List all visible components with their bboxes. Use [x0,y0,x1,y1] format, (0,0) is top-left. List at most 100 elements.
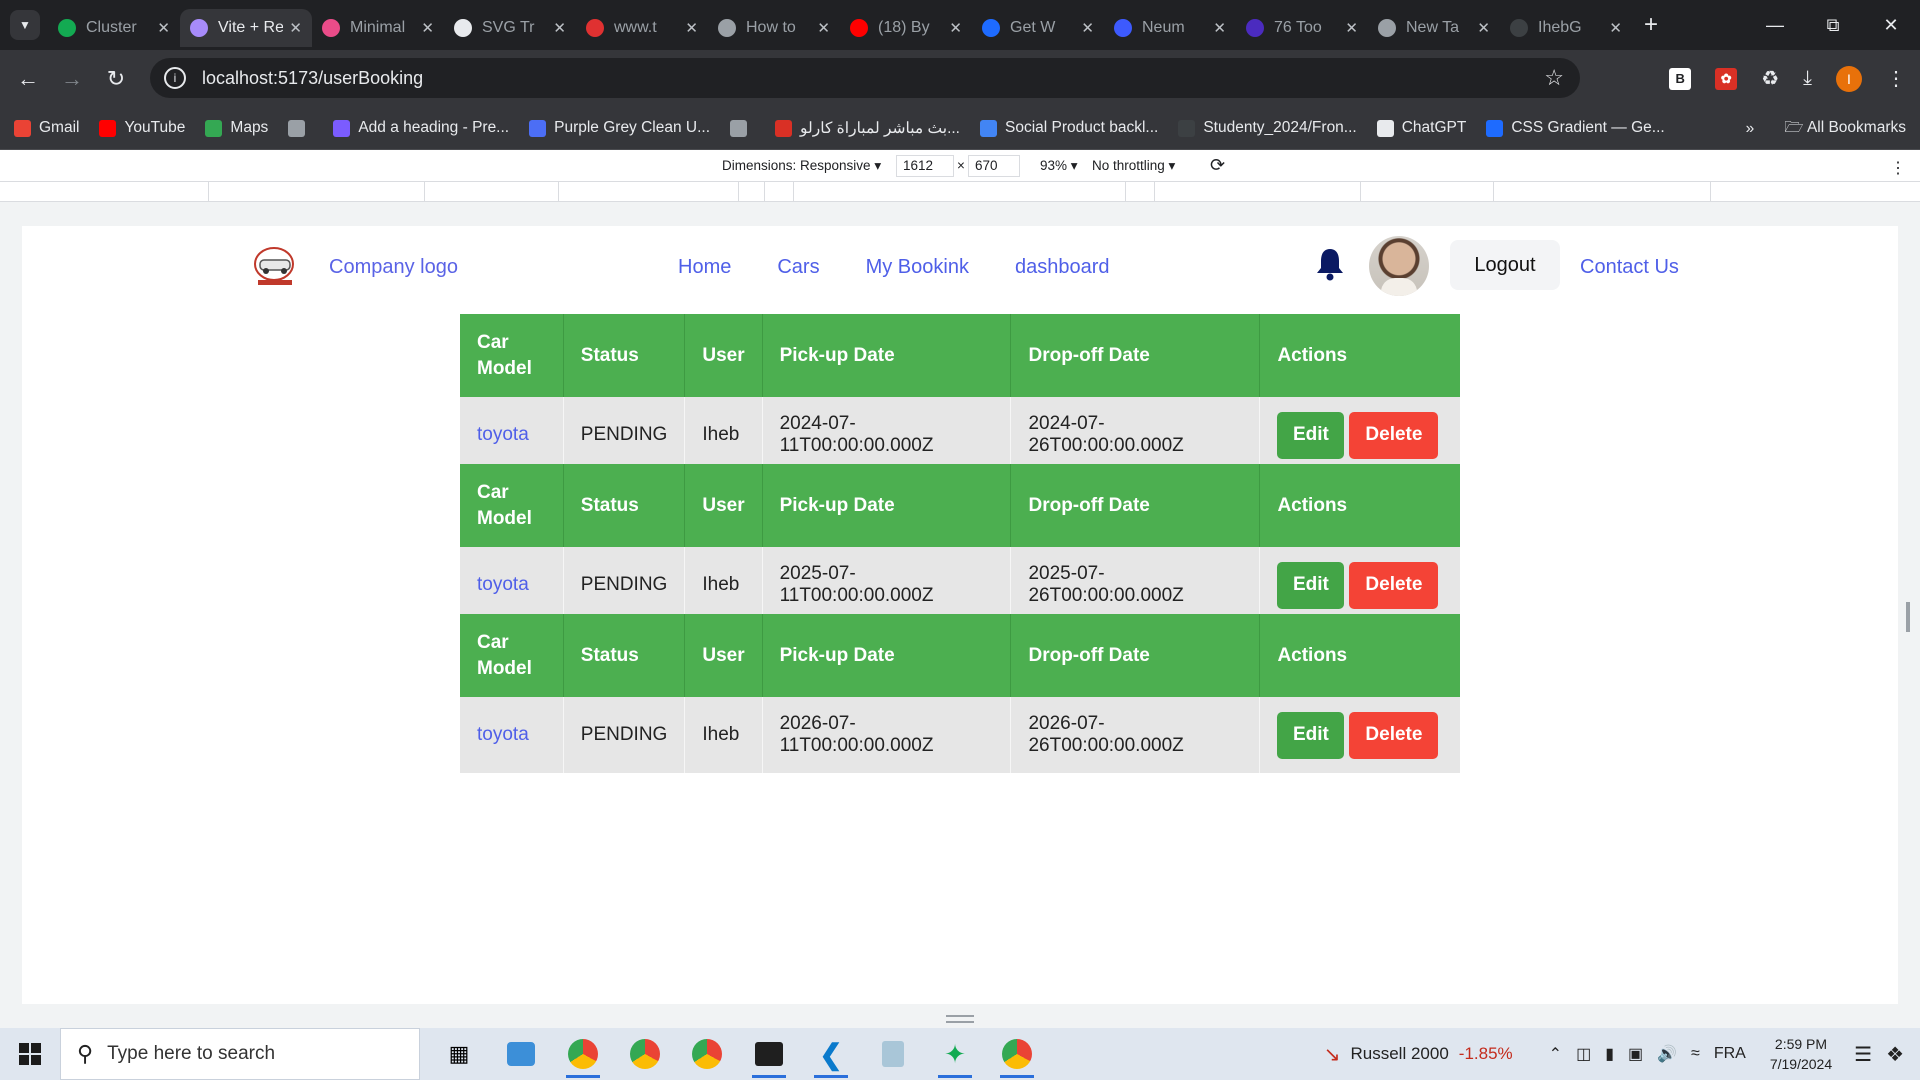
chrome-icon[interactable] [562,1028,604,1080]
rotate-icon[interactable]: ⟳ [1210,155,1225,176]
bookmark-item[interactable]: CSS Gradient — Ge... [1486,119,1665,137]
bottom-resize-handle[interactable] [946,1015,974,1023]
more-bookmarks-icon[interactable]: » [1746,120,1755,138]
tab-close-icon[interactable]: ✕ [1345,19,1358,37]
reload-icon[interactable]: ↻ [94,66,138,92]
notes-app-icon[interactable] [872,1028,914,1080]
edit-button[interactable]: Edit [1277,411,1345,459]
bookmark-item[interactable]: Studenty_2024/Fron... [1178,119,1357,137]
copilot-icon[interactable]: ❖ [1886,1042,1904,1067]
nav-home[interactable]: Home [678,256,731,279]
height-input[interactable]: 670 [968,155,1020,177]
tab-close-icon[interactable]: ✕ [421,19,434,37]
address-bar[interactable]: i localhost:5173/userBooking ☆ [150,58,1580,98]
browser-tab[interactable]: IhebG ✕ [1500,9,1632,47]
browser-tab[interactable]: Cluster ✕ [48,9,180,47]
tab-close-icon[interactable]: ✕ [157,19,170,37]
zoom-dropdown[interactable]: 93% ▾ [1040,158,1078,174]
tray-app-icon[interactable]: ◫ [1576,1044,1591,1064]
tab-close-icon[interactable]: ✕ [553,19,566,37]
bookmark-item[interactable]: Add a heading - Pre... [333,119,509,137]
tab-close-icon[interactable]: ✕ [1609,19,1622,37]
chrome-profile-2-icon[interactable] [624,1028,666,1080]
bookmark-item[interactable]: YouTube [99,119,185,137]
tab-close-icon[interactable]: ✕ [289,19,302,37]
extension-red-icon[interactable]: ✿ [1715,67,1738,90]
bookmark-item[interactable]: ChatGPT [1376,119,1466,137]
delete-button[interactable]: Delete [1349,561,1439,609]
bookmark-item[interactable]: Gmail [14,119,79,137]
bookmark-item[interactable]: Purple Grey Clean U... [529,119,710,137]
vscode-icon[interactable]: ❮ [810,1028,852,1080]
bookmark-item[interactable]: Social Product backl... [979,119,1158,137]
car-model-link[interactable]: toyota [460,547,564,623]
browser-tab[interactable]: (18) By ✕ [840,9,972,47]
delete-button[interactable]: Delete [1349,711,1439,759]
edit-button[interactable]: Edit [1277,711,1345,759]
throttling-dropdown[interactable]: No throttling ▾ [1092,158,1175,174]
width-input[interactable]: 1612 [896,155,954,177]
tab-search-button[interactable]: ▼ [10,10,40,40]
browser-tab[interactable]: How to ✕ [708,9,840,47]
bookmark-item[interactable] [730,119,755,137]
language-indicator[interactable]: FRA [1714,1045,1746,1063]
notifications-icon[interactable]: ☰ [1854,1042,1872,1067]
car-model-link[interactable]: toyota [460,697,564,773]
tab-close-icon[interactable]: ✕ [1213,19,1226,37]
contact-us-link[interactable]: Contact Us [1580,256,1679,279]
taskbar-search-box[interactable]: ⚲ Type here to search [60,1028,420,1080]
browser-tab[interactable]: Get W ✕ [972,9,1104,47]
tab-close-icon[interactable]: ✕ [817,19,830,37]
car-model-link[interactable]: toyota [460,397,564,473]
more-menu-icon[interactable]: ⋮ [1886,66,1906,91]
volume-icon[interactable]: 🔊 [1657,1044,1677,1064]
forward-arrow-icon[interactable]: → [50,66,94,92]
wifi-icon[interactable]: ≈ [1691,1045,1700,1063]
mongodb-compass-icon[interactable]: ✦ [934,1028,976,1080]
bookmark-item[interactable] [288,119,313,137]
nav-my-booking[interactable]: My Bookink [866,256,969,279]
all-bookmarks[interactable]: 🗁 All Bookmarks [1784,115,1906,142]
company-logo-text[interactable]: Company logo [329,256,458,279]
downloads-icon[interactable]: ⤓ [1803,67,1812,90]
chrome-profile-4-icon[interactable] [996,1028,1038,1080]
devtools-more-icon[interactable]: ⋮ [1890,158,1906,178]
windows-start-icon[interactable] [0,1028,60,1080]
profile-avatar[interactable]: I [1836,65,1862,92]
bookmark-item[interactable]: Maps [205,119,268,137]
browser-tab[interactable]: www.t ✕ [576,9,708,47]
back-arrow-icon[interactable]: ← [6,66,50,92]
nav-cars[interactable]: Cars [777,256,819,279]
browser-tab[interactable]: SVG Tr ✕ [444,9,576,47]
display-icon[interactable]: ▣ [1628,1044,1643,1064]
browser-tab[interactable]: Minimal ✕ [312,9,444,47]
site-info-icon[interactable]: i [164,67,186,89]
company-logo-icon[interactable] [252,244,298,288]
browser-tab[interactable]: Vite + React ✕ [180,9,312,47]
minimize-icon[interactable]: — [1746,0,1804,50]
tab-close-icon[interactable]: ✕ [685,19,698,37]
task-view-icon[interactable]: ▦ [438,1028,480,1080]
new-tab-button[interactable]: + [1644,11,1658,39]
logout-button[interactable]: Logout [1450,240,1560,290]
clock[interactable]: 2:59 PM 7/19/2024 [1770,1034,1832,1074]
notification-bell-icon[interactable] [1315,246,1345,282]
bookmark-item[interactable]: بث مباشر لمباراة كارلو... [775,119,960,138]
tab-close-icon[interactable]: ✕ [949,19,962,37]
bookmark-star-icon[interactable]: ☆ [1544,65,1564,91]
battery-icon[interactable]: ▮ [1605,1044,1614,1064]
tab-close-icon[interactable]: ✕ [1081,19,1094,37]
terminal-icon[interactable] [748,1028,790,1080]
tray-chevron-icon[interactable]: ⌃ [1549,1044,1562,1064]
extensions-puzzle-icon[interactable]: ♻ [1761,66,1779,91]
browser-tab[interactable]: 76 Too ✕ [1236,9,1368,47]
edit-button[interactable]: Edit [1277,561,1345,609]
tab-close-icon[interactable]: ✕ [1477,19,1490,37]
restore-icon[interactable]: ⧉ [1804,0,1862,50]
file-explorer-icon[interactable] [500,1028,542,1080]
chrome-profile-3-icon[interactable] [686,1028,728,1080]
browser-tab[interactable]: New Ta ✕ [1368,9,1500,47]
browser-tab[interactable]: Neum ✕ [1104,9,1236,47]
dimensions-dropdown[interactable]: Dimensions: Responsive ▾ [722,158,881,174]
nav-dashboard[interactable]: dashboard [1015,256,1110,279]
